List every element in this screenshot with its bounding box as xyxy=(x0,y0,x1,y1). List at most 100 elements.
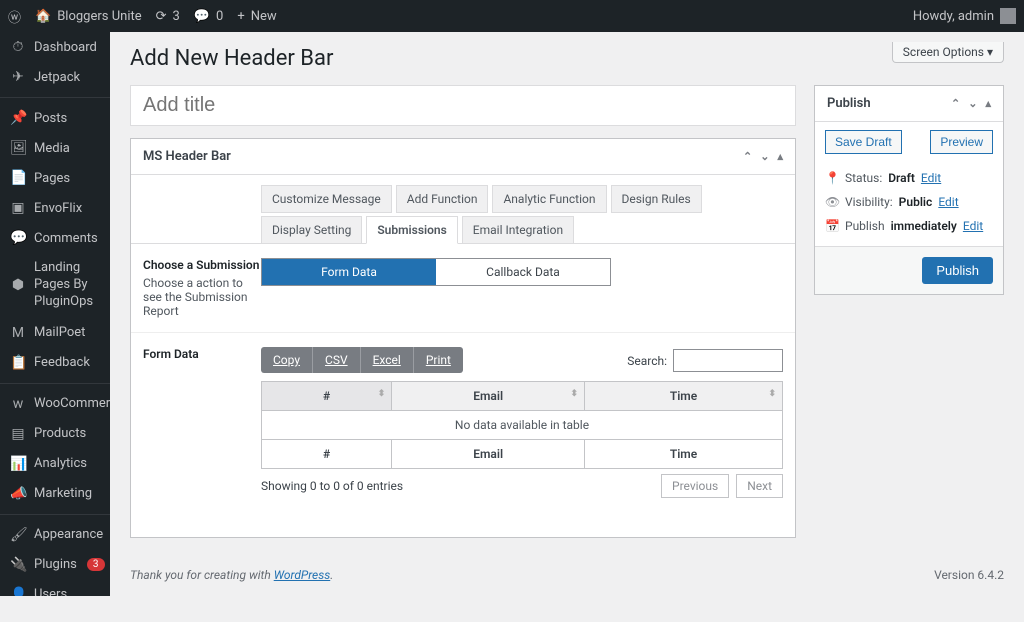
excel-button[interactable]: Excel xyxy=(361,347,414,373)
next-button[interactable]: Next xyxy=(736,474,783,498)
menu-icon: ▣ xyxy=(10,200,26,216)
menu-icon: ✈ xyxy=(10,69,26,85)
publish-metabox: Publish ⌃ ⌄ ▴ Save Draft Preview 📍 Statu… xyxy=(814,85,1004,295)
sidebar-item-appearance[interactable]: 🖌Appearance xyxy=(0,514,110,550)
menu-icon: 📄 xyxy=(10,170,26,186)
menu-label: Media xyxy=(34,141,70,156)
choose-submission-desc: Choose a action to see the Submission Re… xyxy=(143,276,261,318)
copy-button[interactable]: Copy xyxy=(261,347,313,373)
menu-icon: 📊 xyxy=(10,456,26,472)
tab-add-function[interactable]: Add Function xyxy=(396,185,489,213)
updates[interactable]: ⟳ 3 xyxy=(156,9,180,24)
menu-label: Jetpack xyxy=(34,70,80,85)
sidebar-item-media[interactable]: 🖼 Media xyxy=(0,133,110,163)
publish-title: Publish xyxy=(827,96,871,111)
menu-label: Plugins xyxy=(34,557,77,572)
preview-button[interactable]: Preview xyxy=(930,130,993,154)
sidebar-item-jetpack[interactable]: ✈ Jetpack xyxy=(0,62,110,92)
menu-icon: 📣 xyxy=(10,486,26,502)
tab-display-setting[interactable]: Display Setting xyxy=(261,216,362,244)
publish-button[interactable]: Publish xyxy=(922,257,993,284)
metabox-down-icon[interactable]: ⌄ xyxy=(760,150,769,163)
metabox-down-icon[interactable]: ⌄ xyxy=(968,97,977,110)
menu-icon: 🖼 xyxy=(10,140,26,156)
metabox-toggle-icon[interactable]: ▴ xyxy=(985,97,991,110)
tab-submissions[interactable]: Submissions xyxy=(366,216,457,244)
menu-label: Dashboard xyxy=(34,40,97,55)
menu-icon: 🔌 xyxy=(10,557,26,573)
col-index[interactable]: #⬍ xyxy=(262,382,392,411)
print-button[interactable]: Print xyxy=(414,347,463,373)
form-data-toggle[interactable]: Form Data xyxy=(262,259,436,285)
datatable-info: Showing 0 to 0 of 0 entries xyxy=(261,479,403,493)
menu-icon: 💬 xyxy=(10,230,26,246)
wp-logo[interactable]: ⓦ xyxy=(8,7,21,26)
post-title-input[interactable] xyxy=(130,85,796,126)
footer-col-email: Email xyxy=(392,440,585,469)
sidebar-item-marketing[interactable]: 📣Marketing xyxy=(0,479,110,509)
edit-schedule-link[interactable]: Edit xyxy=(963,219,983,233)
datatable-export-buttons: CopyCSVExcelPrint xyxy=(261,347,463,373)
menu-label: Pages xyxy=(34,171,70,186)
sidebar-item-analytics[interactable]: 📊Analytics xyxy=(0,449,110,479)
sidebar-item-pages[interactable]: 📄 Pages xyxy=(0,163,110,193)
footer-col-index: # xyxy=(262,440,392,469)
screen-options-toggle[interactable]: Screen Options ▾ xyxy=(892,42,1004,63)
sidebar-item-posts[interactable]: 📌Posts xyxy=(0,97,110,133)
menu-label: Products xyxy=(34,426,86,441)
tab-design-rules[interactable]: Design Rules xyxy=(611,185,702,213)
sort-icon: ⬍ xyxy=(768,389,776,399)
admin-footer: Thank you for creating with WordPress. V… xyxy=(130,538,1004,582)
avatar xyxy=(1000,8,1016,24)
metabox-up-icon[interactable]: ⌃ xyxy=(951,97,960,110)
eye-icon: 👁 xyxy=(825,195,839,209)
metabox-up-icon[interactable]: ⌃ xyxy=(743,150,752,163)
menu-icon: 🖌 xyxy=(10,527,26,543)
tab-customize-message[interactable]: Customize Message xyxy=(261,185,392,213)
menu-label: Posts xyxy=(34,111,67,126)
callback-data-toggle[interactable]: Callback Data xyxy=(436,259,610,285)
menu-icon: ▤ xyxy=(10,426,26,442)
pin-icon: 📍 xyxy=(825,171,839,185)
howdy-user[interactable]: Howdy, admin xyxy=(913,8,1016,24)
menu-icon: w xyxy=(10,396,26,412)
datatable-search-input[interactable] xyxy=(673,349,783,372)
menu-label: Comments xyxy=(34,231,98,246)
sidebar-item-products[interactable]: ▤ Products xyxy=(0,419,110,449)
search-label: Search: xyxy=(627,354,667,368)
choose-submission-label: Choose a Submission xyxy=(143,258,261,272)
sidebar-item-landing-pages-by-pluginops[interactable]: ⬢Landing Pages By PluginOps xyxy=(0,253,110,318)
edit-status-link[interactable]: Edit xyxy=(921,171,941,185)
sidebar-item-users[interactable]: 👤Users xyxy=(0,580,110,596)
menu-label: WooCommerce xyxy=(34,396,110,411)
wordpress-link[interactable]: WordPress xyxy=(274,568,331,582)
sidebar-item-plugins[interactable]: 🔌Plugins3 xyxy=(0,550,110,580)
menu-label: Users xyxy=(34,587,67,596)
col-email[interactable]: Email⬍ xyxy=(392,382,585,411)
footer-col-time: Time xyxy=(585,440,783,469)
col-time[interactable]: Time⬍ xyxy=(585,382,783,411)
sidebar-item-mailpoet[interactable]: MMailPoet xyxy=(0,318,110,348)
sidebar-item-dashboard[interactable]: ⏱Dashboard xyxy=(0,32,110,62)
edit-visibility-link[interactable]: Edit xyxy=(938,195,958,209)
comments-count[interactable]: 💬 0 xyxy=(194,9,224,24)
submission-type-toggle: Form Data Callback Data xyxy=(261,258,611,286)
submissions-table: #⬍ Email⬍ Time⬍ No data available in tab… xyxy=(261,381,783,469)
new-content[interactable]: + New xyxy=(237,9,276,24)
tab-email-integration[interactable]: Email Integration xyxy=(462,216,574,244)
previous-button[interactable]: Previous xyxy=(661,474,729,498)
tab-analytic-function[interactable]: Analytic Function xyxy=(492,185,606,213)
sort-icon: ⬍ xyxy=(378,389,386,399)
metabox-toggle-icon[interactable]: ▴ xyxy=(777,150,783,163)
sidebar-item-envoflix[interactable]: ▣EnvoFlix xyxy=(0,193,110,223)
save-draft-button[interactable]: Save Draft xyxy=(825,130,902,154)
site-name[interactable]: 🏠 Bloggers Unite xyxy=(35,9,142,24)
page-title: Add New Header Bar xyxy=(130,46,1004,71)
csv-button[interactable]: CSV xyxy=(313,347,361,373)
menu-icon: ⬢ xyxy=(10,277,26,293)
calendar-icon: 📅 xyxy=(825,219,839,233)
menu-icon: 📋 xyxy=(10,355,26,371)
sidebar-item-feedback[interactable]: 📋Feedback xyxy=(0,348,110,378)
sidebar-item-woocommerce[interactable]: w WooCommerce xyxy=(0,383,110,419)
sidebar-item-comments[interactable]: 💬 Comments xyxy=(0,223,110,253)
